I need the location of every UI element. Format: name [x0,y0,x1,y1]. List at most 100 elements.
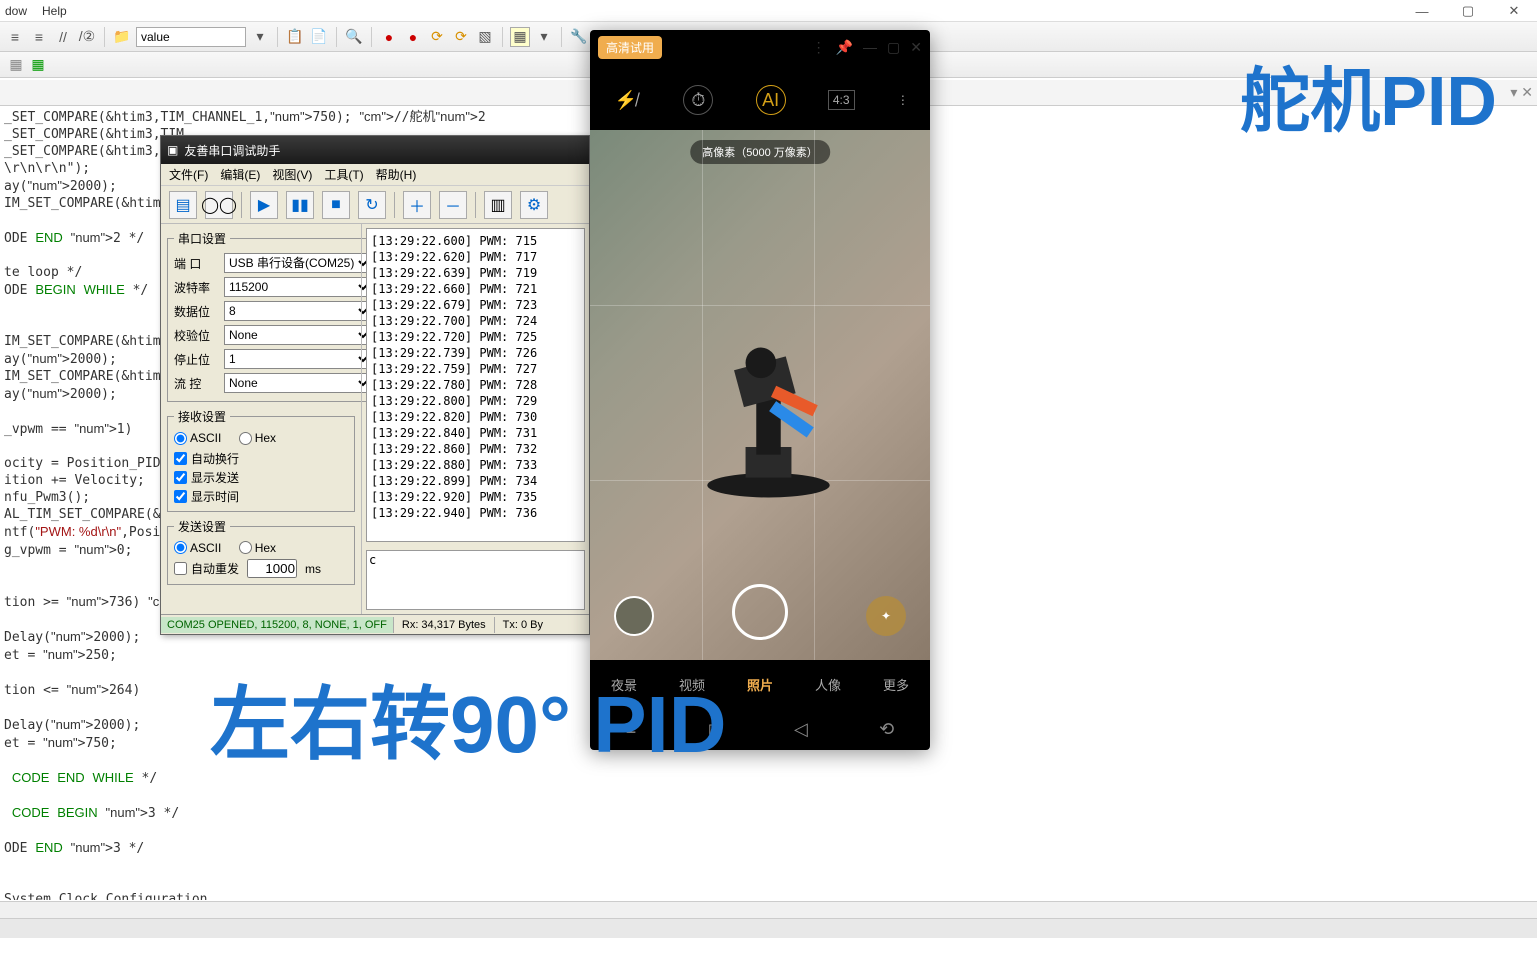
recv-ascii-label: ASCII [190,431,221,445]
serial-titlebar[interactable]: ▣ 友善串口调试助手 [161,136,589,164]
refresh-icon[interactable]: ↻ [358,191,386,219]
camera-viewfinder[interactable]: 高像素（5000 万像素） ✦ [590,130,930,660]
aspect-ratio-button[interactable]: 4:3 [828,90,855,110]
phone-host-titlebar: 高清试用 ⋮ 📌 — ▢ ✕ [590,30,930,64]
stop-button-icon[interactable]: ■ [322,191,350,219]
showtime-check[interactable] [174,490,187,503]
serial-log[interactable]: [13:29:22.600] PWM: 715 [13:29:22.620] P… [366,228,585,542]
phone-minimize-icon[interactable]: — [863,39,877,56]
horizontal-scrollbar[interactable] [0,901,1537,918]
paste-icon[interactable]: 📄 [309,27,329,47]
autowrap-check[interactable] [174,452,187,465]
serial-left-panel: 串口设置 端 口USB 串行设备(COM25) 波特率115200 数据位8 校… [161,224,361,614]
ide-statusbar [0,918,1537,938]
minus-icon[interactable]: － [439,191,467,219]
ai-icon[interactable]: AI [756,85,786,115]
menu-help[interactable]: Help [42,4,67,18]
menu-window[interactable]: dow [5,4,27,18]
settings-icon[interactable]: ⚙ [520,191,548,219]
serial-menu-help[interactable]: 帮助(H) [376,166,417,183]
flow-select[interactable]: None [224,373,372,393]
flash-off-icon[interactable]: ⚡̸ [611,85,641,115]
serial-send-input[interactable]: c [366,550,585,610]
phone-badge[interactable]: 高清试用 [598,36,662,59]
plus-icon[interactable]: ＋ [403,191,431,219]
phone-menu-icon[interactable]: ⋮ [812,39,826,56]
outdent-icon[interactable]: ≡ [29,27,49,47]
timer-icon[interactable]: ⏱ [683,85,713,115]
run-icon[interactable]: ▦ [27,54,49,76]
phone-close-icon[interactable]: ✕ [910,39,922,56]
app-icon: ▣ [167,143,178,157]
uncomment-icon[interactable]: /② [77,27,97,47]
phone-maximize-icon[interactable]: ▢ [887,39,900,56]
send-settings-group: 发送设置 ASCII Hex 自动重发 ms [167,518,355,586]
mode-more[interactable]: 更多 [883,675,909,694]
port-select[interactable]: USB 串行设备(COM25) [224,253,372,273]
mode-photo[interactable]: 照片 [747,675,773,694]
port-label: 端 口 [174,255,220,272]
showsend-check[interactable] [174,471,187,484]
mode-portrait[interactable]: 人像 [815,675,841,694]
serial-statusbar: COM25 OPENED, 115200, 8, NONE, 1, OFF Rx… [161,614,589,634]
indent-icon[interactable]: ≡ [5,27,25,47]
layout-icon[interactable]: ▥ [484,191,512,219]
data-label: 数据位 [174,303,220,320]
maximize-button[interactable]: ▢ [1445,0,1491,22]
recv-ascii-radio[interactable] [174,432,187,445]
serial-menu-file[interactable]: 文件(F) [169,166,208,183]
parity-select[interactable]: None [224,325,372,345]
more-options-icon[interactable]: ⋮ [897,93,909,107]
autowrap-label: 自动换行 [191,450,239,467]
tab-close-icon[interactable]: ▾ ✕ [1510,84,1533,101]
build-icon[interactable]: ⟳ [451,27,471,47]
showsend-label: 显示发送 [191,469,239,486]
highlight-icon[interactable]: ▦ [510,27,530,47]
pause-icon[interactable]: ▮▮ [286,191,314,219]
nav-back-icon[interactable]: ◁ [794,719,808,740]
recv-legend: 接收设置 [174,408,230,425]
serial-menu-view[interactable]: 视图(V) [272,166,312,183]
ms-label: ms [305,562,321,576]
search-input[interactable] [136,27,246,47]
resolution-pill: 高像素（5000 万像素） [690,140,830,164]
serial-status-rx: Rx: 34,317 Bytes [393,617,494,633]
copy-icon[interactable]: 📋 [285,27,305,47]
robot-arm-image [692,263,845,555]
send-ascii-radio[interactable] [174,541,187,554]
phone-pin-icon[interactable]: 📌 [836,39,853,56]
gallery-thumbnail[interactable] [614,596,654,636]
data-select[interactable]: 8 [224,301,372,321]
magic-wand-icon[interactable]: ✦ [866,596,906,636]
serial-status-tx: Tx: 0 By [494,617,551,633]
wrench-icon[interactable]: 🔧 [569,27,589,47]
comment-icon[interactable]: // [53,27,73,47]
baud-select[interactable]: 115200 [224,277,372,297]
stop-icon[interactable]: ● [403,27,423,47]
nav-switch-icon[interactable]: ⟲ [879,719,894,740]
play-icon[interactable]: ▶ [250,191,278,219]
project-icon[interactable]: ▦ [5,54,27,76]
new-icon[interactable]: ▤ [169,191,197,219]
minimize-button[interactable]: — [1399,0,1445,22]
serial-dialog: ▣ 友善串口调试助手 文件(F) 编辑(E) 视图(V) 工具(T) 帮助(H)… [160,135,590,635]
play-icon[interactable]: ⟳ [427,27,447,47]
zoom-icon[interactable]: 🔍 [344,27,364,47]
autorepeat-check[interactable] [174,562,187,575]
debug-icon[interactable]: ▧ [475,27,495,47]
serial-menu-tools[interactable]: 工具(T) [324,166,363,183]
record-icon[interactable]: ● [379,27,399,47]
recv-hex-label: Hex [255,431,276,445]
send-ascii-label: ASCII [190,541,221,555]
folder-icon[interactable]: 📁 [112,27,132,47]
serial-menu-edit[interactable]: 编辑(E) [220,166,260,183]
stop-select[interactable]: 1 [224,349,372,369]
recv-hex-radio[interactable] [239,432,252,445]
dropdown-icon[interactable]: ▾ [250,27,270,47]
close-button[interactable]: ✕ [1491,0,1537,22]
next-icon[interactable]: ▾ [534,27,554,47]
tape-icon[interactable]: ◯◯ [205,191,233,219]
shutter-button[interactable] [732,584,788,640]
interval-input[interactable] [247,559,297,578]
send-hex-radio[interactable] [239,541,252,554]
